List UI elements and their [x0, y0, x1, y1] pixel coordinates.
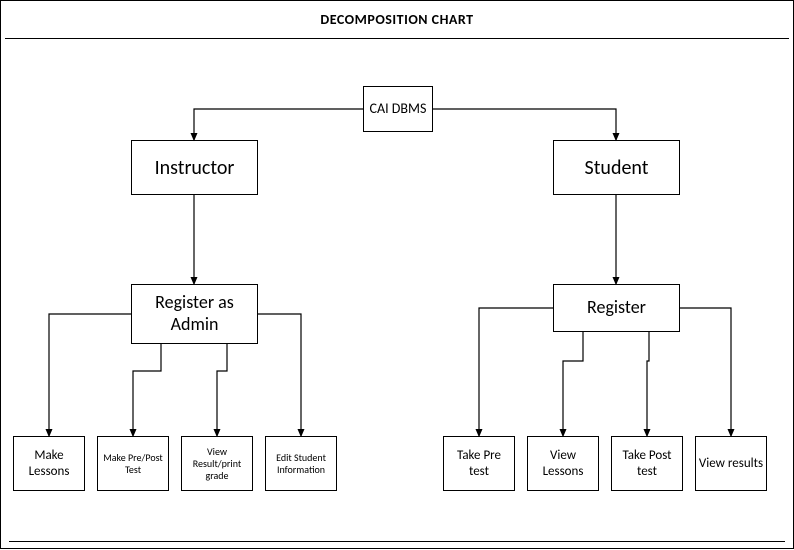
node-view-results-label: View results: [699, 456, 763, 472]
node-make-pre-post-test-label: Make Pre/Post Test: [100, 452, 166, 476]
node-make-lessons: Make Lessons: [13, 436, 85, 491]
node-register: Register: [553, 284, 680, 332]
node-take-post-test: Take Post test: [611, 436, 683, 491]
node-make-lessons-label: Make Lessons: [16, 448, 82, 479]
node-root: CAI DBMS: [363, 86, 433, 132]
node-root-label: CAI DBMS: [370, 101, 427, 118]
node-view-results: View results: [695, 436, 767, 491]
node-take-post-test-label: Take Post test: [614, 448, 680, 479]
node-register-admin: Register as Admin: [131, 284, 258, 344]
node-register-label: Register: [587, 297, 646, 319]
chart-title: DECOMPOSITION CHART: [1, 11, 793, 28]
node-edit-student-info: Edit Student Information: [265, 436, 337, 491]
node-make-pre-post-test: Make Pre/Post Test: [97, 436, 169, 491]
node-view-lessons-label: View Lessons: [530, 448, 596, 479]
top-rule: [5, 38, 789, 39]
node-take-pre-test-label: Take Pre test: [446, 448, 512, 479]
node-instructor-label: Instructor: [155, 156, 235, 180]
node-edit-student-info-label: Edit Student Information: [268, 452, 334, 476]
node-view-result: View Result/print grade: [181, 436, 253, 491]
bottom-rule: [9, 541, 785, 542]
node-student-label: Student: [585, 156, 649, 180]
node-view-result-label: View Result/print grade: [184, 446, 250, 482]
node-view-lessons: View Lessons: [527, 436, 599, 491]
node-take-pre-test: Take Pre test: [443, 436, 515, 491]
node-register-admin-label: Register as Admin: [132, 292, 257, 335]
node-student: Student: [553, 140, 680, 195]
node-instructor: Instructor: [131, 140, 258, 195]
